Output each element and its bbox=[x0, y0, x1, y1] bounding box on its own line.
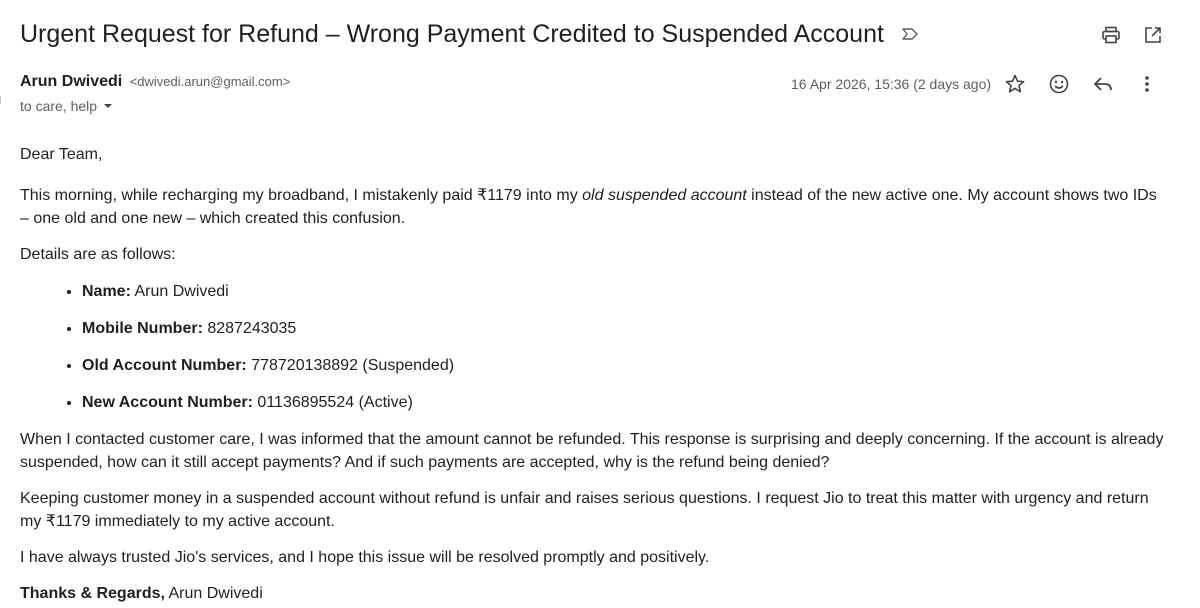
paragraph-refund-request: Keeping customer money in a suspended ac… bbox=[20, 490, 1149, 530]
signature-name: Arun Dwivedi bbox=[164, 585, 263, 602]
star-icon[interactable] bbox=[1004, 73, 1026, 95]
subject-row: Urgent Request for Refund – Wrong Paymen… bbox=[20, 18, 1200, 52]
details-intro: Details are as follows: bbox=[20, 246, 176, 263]
greeting: Dear Team, bbox=[20, 146, 103, 163]
caret-down-icon bbox=[103, 98, 113, 114]
list-item-new-account: New Account Number: 01136895524 (Active) bbox=[82, 391, 1170, 414]
list-item-old-account: Old Account Number: 778720138892 (Suspen… bbox=[82, 354, 1170, 377]
paragraph-customer-care: When I contacted customer care, I was in… bbox=[20, 431, 1164, 471]
details-list: Name: Arun Dwivedi Mobile Number: 828724… bbox=[20, 280, 1170, 414]
sender-email: <dwivedi.arun@gmail.com> bbox=[129, 74, 291, 89]
emphasis-old-suspended-account: old suspended account bbox=[582, 187, 747, 204]
email-body: Dear Team, This morning, while rechargin… bbox=[20, 143, 1170, 605]
detail-value: 8287243035 bbox=[202, 320, 297, 337]
message-actions bbox=[1004, 73, 1158, 95]
important-label-icon[interactable] bbox=[901, 26, 919, 42]
signoff: Thanks & Regards, bbox=[20, 585, 165, 602]
reply-icon[interactable] bbox=[1092, 73, 1114, 95]
detail-label: Name: bbox=[82, 283, 131, 300]
list-item-name: Name: Arun Dwivedi bbox=[82, 280, 1170, 303]
sender-name[interactable]: Arun Dwivedi bbox=[20, 73, 122, 90]
detail-label: Old Account Number: bbox=[82, 357, 247, 374]
emoji-icon[interactable] bbox=[1048, 73, 1070, 95]
detail-value: Arun Dwivedi bbox=[130, 283, 229, 300]
more-vertical-icon[interactable] bbox=[1136, 73, 1158, 95]
open-in-new-window-icon[interactable] bbox=[1142, 24, 1164, 46]
left-edge-marker bbox=[0, 96, 5, 104]
signature-line: Thanks & Regards, Arun Dwivedi bbox=[20, 582, 1170, 605]
detail-label: Mobile Number: bbox=[82, 320, 203, 337]
email-subject: Urgent Request for Refund – Wrong Paymen… bbox=[20, 20, 884, 48]
recipients-text: to care, help bbox=[20, 98, 98, 114]
detail-value: 01136895524 (Active) bbox=[252, 394, 413, 411]
detail-label: New Account Number: bbox=[82, 394, 253, 411]
print-icon[interactable] bbox=[1100, 24, 1122, 46]
paragraph-intro: This morning, while recharging my broadb… bbox=[20, 184, 1170, 230]
recipients-toggle[interactable]: to care, help bbox=[20, 98, 113, 114]
list-item-mobile: Mobile Number: 8287243035 bbox=[82, 317, 1170, 340]
paragraph-intro-text-start: This morning, while recharging my broadb… bbox=[20, 187, 583, 204]
detail-value: 778720138892 (Suspended) bbox=[246, 357, 455, 374]
paragraph-trust: I have always trusted Jio's services, an… bbox=[20, 549, 710, 566]
thread-actions bbox=[1100, 24, 1164, 46]
message-date: 16 Apr 2026, 15:36 (2 days ago) bbox=[791, 76, 992, 92]
